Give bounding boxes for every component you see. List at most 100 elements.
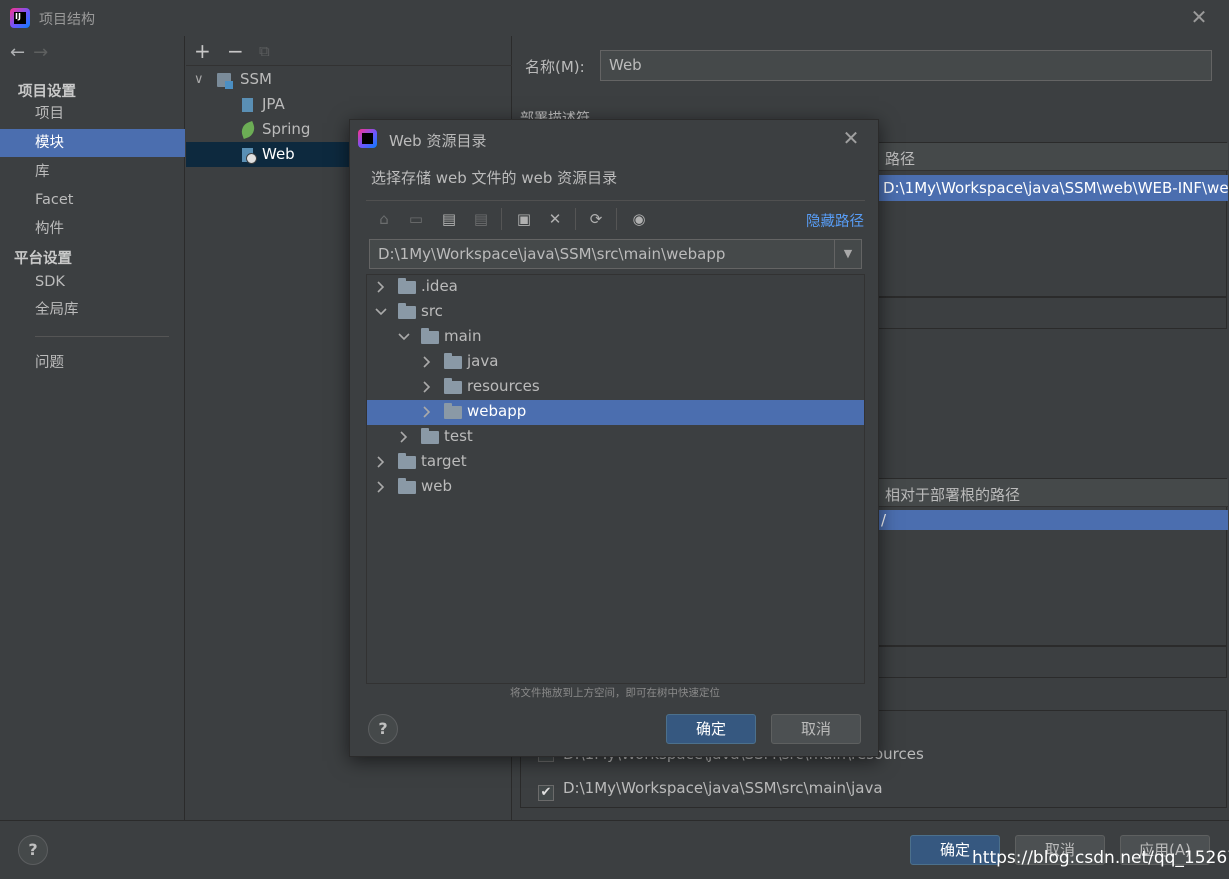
path-combobox[interactable]: D:\1My\Workspace\java\SSM\src\main\webap… [369, 239, 862, 269]
chevron-right-icon[interactable] [421, 404, 433, 420]
new-folder-icon[interactable]: ▣ [513, 208, 535, 230]
show-hidden-files-icon[interactable]: ◉ [628, 208, 650, 230]
platform-settings-heading: 平台设置 [14, 251, 72, 267]
tree-row-webapp[interactable]: webapp [367, 400, 864, 425]
chevron-right-icon[interactable] [398, 429, 410, 445]
path-value[interactable]: D:\1My\Workspace\java\SSM\src\main\webap… [378, 245, 725, 263]
chevron-down-icon[interactable]: ▼ [834, 240, 861, 268]
tree-row-java[interactable]: java [367, 350, 864, 375]
source-root-java[interactable]: ✔ D:\1My\Workspace\java\SSM\src\main\java [538, 779, 883, 801]
drag-drop-hint: 将文件拖放到上方空间，即可在树中快速定位 [510, 687, 720, 699]
title-bar: IJ 项目结构 ✕ [0, 0, 1229, 36]
nav-divider [35, 336, 169, 337]
project-folder-icon[interactable]: ▤ [438, 208, 460, 230]
folder-icon [444, 378, 462, 394]
back-arrow-icon[interactable]: ← [10, 42, 25, 63]
spring-leaf-icon [239, 121, 257, 139]
toolbar-separator [501, 208, 502, 230]
tree-node-label: Spring [262, 120, 311, 138]
help-button[interactable]: ? [18, 835, 48, 865]
delete-icon[interactable]: ✕ [544, 208, 566, 230]
help-button[interactable]: ? [368, 714, 398, 744]
tree-row-idea[interactable]: .idea [367, 275, 864, 300]
remove-icon[interactable]: − [227, 39, 244, 63]
copy-icon[interactable]: ⧉ [259, 42, 270, 60]
refresh-icon[interactable]: ⟳ [585, 208, 607, 230]
folder-name: target [421, 452, 467, 470]
folder-name: resources [467, 377, 540, 395]
folder-icon [421, 428, 439, 444]
close-icon[interactable]: ✕ [839, 126, 863, 150]
dialog-ok-button[interactable]: 确定 [666, 714, 756, 744]
chevron-down-icon[interactable] [375, 304, 387, 320]
settings-navigation: ← → 项目设置 项目 模块 库 Facet 构件 平台设置 SDK 全局库 问题 [0, 36, 185, 820]
folder-name: web [421, 477, 453, 495]
folder-icon [444, 403, 462, 419]
add-icon[interactable]: + [194, 39, 211, 63]
folder-icon [421, 328, 439, 344]
home-icon[interactable]: ⌂ [373, 208, 395, 230]
forward-arrow-icon[interactable]: → [33, 42, 48, 63]
chevron-down-icon[interactable] [398, 329, 410, 345]
project-settings-heading: 项目设置 [18, 84, 76, 100]
dialog-divider [366, 200, 865, 201]
tree-node-ssm[interactable]: ∨ SSM [186, 67, 512, 92]
facet-name-field[interactable]: Web [600, 50, 1212, 81]
tree-node-label: JPA [262, 95, 285, 113]
tree-row-resources[interactable]: resources [367, 375, 864, 400]
chevron-right-icon[interactable] [375, 479, 387, 495]
tree-row-web[interactable]: web [367, 475, 864, 500]
module-folder-icon [217, 73, 233, 89]
dialog-cancel-button[interactable]: 取消 [771, 714, 861, 744]
nav-item-global-libraries[interactable]: 全局库 [0, 296, 185, 324]
nav-item-sdk[interactable]: SDK [0, 268, 185, 296]
tree-node-jpa[interactable]: JPA [186, 92, 512, 117]
chevron-right-icon[interactable] [421, 379, 433, 395]
nav-arrows: ← → [10, 42, 48, 63]
tree-row-src[interactable]: src [367, 300, 864, 325]
nav-item-libraries[interactable]: 库 [0, 158, 185, 186]
chevron-right-icon[interactable] [375, 454, 387, 470]
folder-icon [398, 278, 416, 294]
folder-name: .idea [421, 277, 458, 295]
web-facet-icon [242, 148, 257, 164]
nav-item-modules[interactable]: 模块 [0, 129, 185, 157]
intellij-app-icon [358, 129, 377, 148]
checked-checkbox[interactable]: ✔ [538, 785, 554, 801]
module-folder-icon[interactable]: ▤ [470, 208, 492, 230]
folder-icon [398, 303, 416, 319]
hide-path-link[interactable]: 隐藏路径 [806, 210, 864, 231]
name-label: 名称(M): [525, 58, 585, 76]
desktop-icon[interactable]: ▭ [405, 208, 427, 230]
path-column-header: 路径 [885, 150, 916, 168]
dialog-title: Web 资源目录 [389, 132, 487, 150]
chevron-down-icon[interactable]: ∨ [194, 67, 204, 92]
module-toolbar: + − ⧉ [186, 36, 512, 66]
intellij-app-icon: IJ [10, 8, 30, 28]
nav-item-artifacts[interactable]: 构件 [0, 215, 185, 243]
chevron-right-icon[interactable] [375, 279, 387, 295]
window-title: 项目结构 [39, 12, 95, 28]
nav-item-facets[interactable]: Facet [0, 186, 185, 214]
tree-row-main[interactable]: main [367, 325, 864, 350]
tree-node-label: Web [262, 145, 295, 163]
folder-name: java [467, 352, 499, 370]
toolbar-separator [616, 208, 617, 230]
folder-name: test [444, 427, 473, 445]
nav-item-project[interactable]: 项目 [0, 100, 185, 128]
jpa-facet-icon [242, 98, 253, 112]
tree-row-target[interactable]: target [367, 450, 864, 475]
folder-icon [398, 478, 416, 494]
directory-tree: .idea src main java resources webapp test targe… [366, 274, 865, 684]
close-icon[interactable]: ✕ [1187, 5, 1211, 29]
folder-name: webapp [467, 402, 527, 420]
folder-name: main [444, 327, 482, 345]
folder-icon [444, 353, 462, 369]
tree-node-label: SSM [240, 70, 272, 88]
watermark-url: https://blog.csdn.net/qq_15267283 [972, 848, 1229, 868]
dialog-description: 选择存储 web 文件的 web 资源目录 [371, 169, 618, 187]
folder-name: src [421, 302, 443, 320]
chevron-right-icon[interactable] [421, 354, 433, 370]
nav-item-problems[interactable]: 问题 [0, 349, 185, 377]
tree-row-test[interactable]: test [367, 425, 864, 450]
